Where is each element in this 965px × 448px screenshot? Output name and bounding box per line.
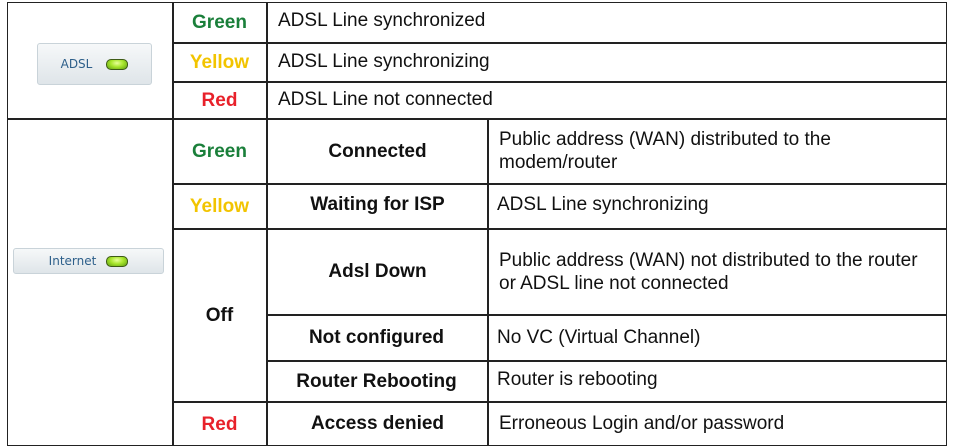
internet-color-off: Off xyxy=(205,304,234,326)
internet-status: Adsl Down xyxy=(328,261,427,282)
internet-status: Connected xyxy=(328,140,427,162)
adsl-description: ADSL Line synchronizing xyxy=(278,51,490,72)
green-led-icon xyxy=(106,58,129,70)
internet-status: Access denied xyxy=(310,412,445,434)
internet-color-red: Red xyxy=(201,413,238,435)
internet-description: No VC (Virtual Channel) xyxy=(497,327,701,348)
adsl-color-yellow: Yellow xyxy=(189,51,250,73)
internet-description: ADSL Line synchronizing xyxy=(497,193,709,215)
internet-description: Public address (WAN) distributed to the … xyxy=(499,129,831,173)
internet-description: Public address (WAN) not distributed to … xyxy=(499,249,918,294)
internet-badge: Internet xyxy=(13,248,164,274)
internet-color-yellow: Yellow xyxy=(189,195,250,217)
internet-description: Erroneous Login and/or password xyxy=(499,413,785,434)
internet-color-green: Green xyxy=(192,140,247,162)
internet-status: Waiting for ISP xyxy=(310,193,445,215)
internet-status: Router Rebooting xyxy=(296,370,457,392)
internet-status: Not configured xyxy=(308,327,445,348)
adsl-color-green: Green xyxy=(192,12,247,33)
internet-description: Router is rebooting xyxy=(497,368,658,390)
internet-badge-label: Internet xyxy=(48,254,97,268)
adsl-description: ADSL Line not connected xyxy=(278,89,493,110)
adsl-description: ADSL Line synchronized xyxy=(278,9,486,31)
adsl-color-red: Red xyxy=(201,89,238,111)
adsl-badge-label: ADSL xyxy=(60,57,93,71)
adsl-badge: ADSL xyxy=(37,43,152,85)
green-led-icon xyxy=(106,255,129,267)
